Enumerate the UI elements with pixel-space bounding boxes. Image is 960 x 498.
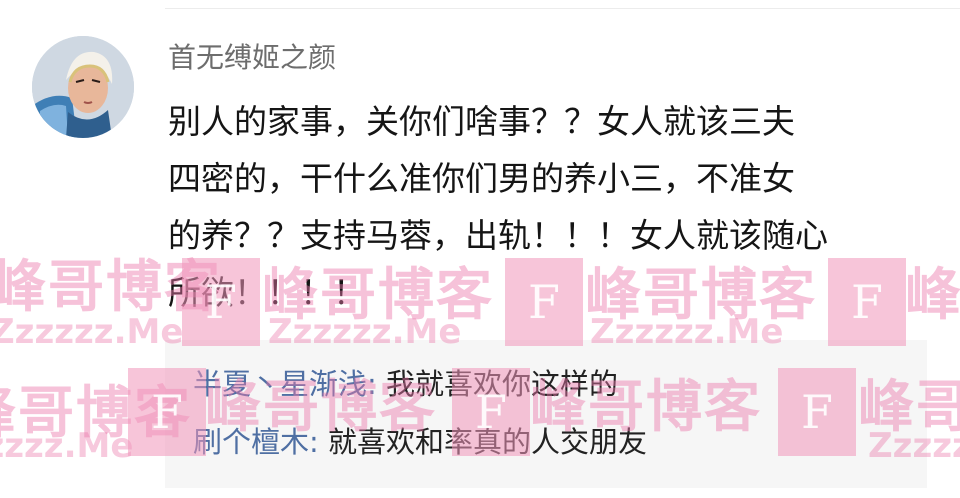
comment-username[interactable]: 首无缚姬之颜 <box>168 38 336 78</box>
user-avatar[interactable] <box>32 36 134 138</box>
reply-item[interactable]: 刷个檀木: 就喜欢和率真的人交朋友 <box>193 422 647 462</box>
comment-line: 所欲！！！！ <box>168 273 366 312</box>
anime-character-icon <box>32 36 134 138</box>
watermark-domain: Zzzzzz.Me <box>0 312 184 352</box>
comment-line: 别人的家事，关你们啥事？？女人就该三夫 <box>168 102 795 141</box>
comment-line: 四密的，干什么准你们男的养小三，不准女 <box>168 159 795 198</box>
reply-text: 就喜欢和率真的人交朋友 <box>328 425 648 459</box>
reply-username[interactable]: 半夏丶星渐浅 <box>193 367 367 401</box>
comment-line: 的养？？支持马蓉，出轨！！！女人就该随心 <box>168 216 828 255</box>
reply-username[interactable]: 刷个檀木 <box>193 425 309 459</box>
top-divider <box>165 8 960 9</box>
reply-separator: : <box>367 367 387 401</box>
reply-text: 我就喜欢你这样的 <box>386 367 619 401</box>
watermark-brand: 峰哥博客 <box>0 381 192 446</box>
replies-panel[interactable]: 半夏丶星渐浅: 我就喜欢你这样的 刷个檀木: 就喜欢和率真的人交朋友 <box>165 340 927 488</box>
comment-text: 别人的家事，关你们啥事？？女人就该三夫 四密的，干什么准你们男的养小三，不准女 … <box>168 93 908 321</box>
watermark-brand: 峰哥博客 <box>905 263 960 328</box>
reply-separator: : <box>309 425 329 459</box>
reply-item[interactable]: 半夏丶星渐浅: 我就喜欢你这样的 <box>193 364 618 404</box>
watermark-domain: Zzzzzz.Me <box>0 426 134 466</box>
comment-screen: 首无缚姬之颜 别人的家事，关你们啥事？？女人就该三夫 四密的，干什么准你们男的养… <box>0 0 960 498</box>
